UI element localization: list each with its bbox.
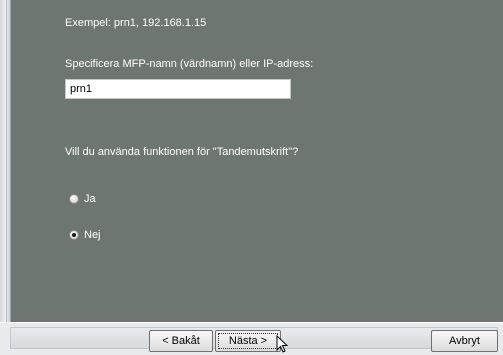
radio-ja-label[interactable]: Ja — [84, 193, 96, 205]
radio-option-ja[interactable]: Ja — [69, 193, 96, 205]
radio-option-nej[interactable]: Nej — [69, 229, 101, 241]
mouse-cursor-icon — [276, 335, 288, 353]
radio-nej-label[interactable]: Nej — [84, 229, 101, 241]
radio-nej-button[interactable] — [69, 230, 79, 240]
cancel-button[interactable]: Avbryt — [431, 330, 498, 352]
hostname-label: Specificera MFP-namn (värdnamn) eller IP… — [65, 58, 314, 70]
hostname-input[interactable] — [65, 79, 291, 99]
radio-ja-button[interactable] — [69, 194, 79, 204]
example-text: Exempel: prn1, 192.168.1.15 — [65, 17, 207, 29]
next-button[interactable]: Nästa > — [215, 330, 281, 352]
left-decor-strip — [0, 0, 11, 322]
tandem-question: Vill du använda funktionen för "Tandemut… — [65, 146, 299, 158]
back-button[interactable]: < Bakåt — [149, 330, 213, 352]
wizard-panel: Exempel: prn1, 192.168.1.15 Specificera … — [11, 0, 503, 322]
